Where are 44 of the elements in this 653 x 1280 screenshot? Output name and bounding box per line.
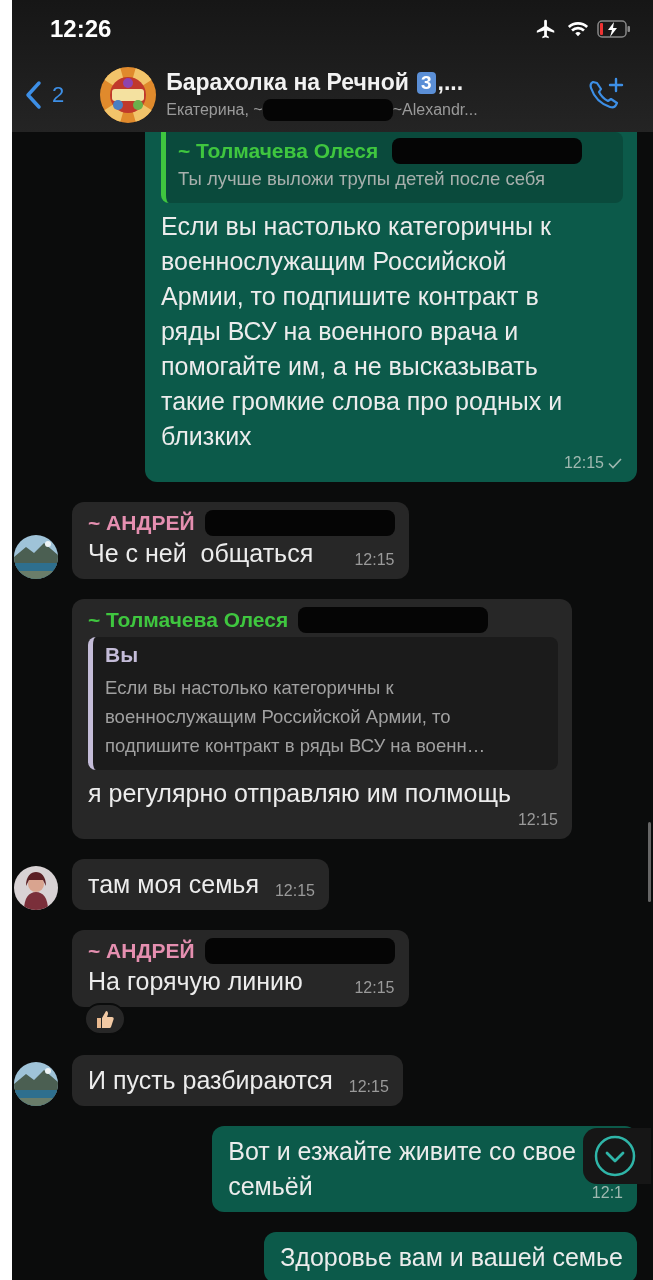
sender-name: ~ АНДРЕЙ	[88, 511, 195, 535]
quoted-message[interactable]: Вы Если вы настолько категоричны к военнослужащим Российской Армии, то подпишите контракт в ряды ВСУ на военн…	[88, 637, 558, 770]
message-bubble[interactable]: И пусть разбираются 12:15	[72, 1055, 403, 1106]
sender-name: ~ АНДРЕЙ	[88, 939, 195, 963]
message-text: я регулярно отправляю им полмощь	[88, 778, 511, 809]
thumbs-up-icon	[94, 1008, 116, 1030]
message-time: 12:15	[354, 979, 395, 997]
quoted-sender: Вы	[105, 643, 139, 667]
message-text: там моя семья	[88, 869, 259, 900]
message-bubble[interactable]: ~ Толмачева Олеся Вы Если вы настолько категоричны к военнослужащим Российской Армии, то подпишите контракт в ряды ВСУ на военн… я регулярно отправляю им полмощь 12:15	[72, 599, 572, 839]
message-time: 12:15	[563, 454, 604, 472]
message-text: Здоровье вам и вашей семье	[280, 1242, 623, 1273]
message-text: Че с ней общаться	[88, 538, 314, 569]
message-text: Если вы настолько категоричны к военнослужащим Российской Армии, то подпишите контракт в ряды ВСУ на военного врача и помогайте им, а не высказывать такие громкие слова про родных и близких	[161, 211, 563, 452]
quoted-sender: ~ Толмачева Олеся	[178, 139, 379, 163]
message-time: 12:1	[591, 1184, 623, 1202]
battery-icon	[597, 20, 631, 38]
message-time: 12:15	[354, 551, 395, 569]
message-text: Вот и езжайте живите со свое семьёй	[228, 1136, 576, 1202]
message-bubble[interactable]: Здоровье вам и вашей семье	[264, 1232, 637, 1280]
back-icon[interactable]	[24, 80, 42, 110]
message-time: 12:15	[274, 882, 315, 900]
message-text: И пусть разбираются	[88, 1065, 333, 1096]
scroll-down-button[interactable]	[583, 1128, 651, 1184]
quoted-message[interactable]: ~ Толмачева Олеся Ты лучше выложи трупы детей после себя	[161, 132, 623, 203]
status-time: 12:26	[50, 15, 112, 43]
number-badge: 3	[416, 71, 436, 94]
sender-name: ~ Толмачева Олеся	[88, 608, 289, 632]
message-time: 12:15	[517, 811, 558, 829]
back-count[interactable]: 2	[52, 82, 65, 108]
quoted-text: Если вы настолько категоричны к военнослужащим Российской Армии, то подпишите контракт в ряды ВСУ на военн…	[105, 676, 487, 758]
message-bubble[interactable]: ~ АНДРЕЙ На горячую линию 12:15	[72, 930, 409, 1007]
title-ellipsis: ,...	[437, 69, 464, 96]
message-bubble[interactable]: Вот и езжайте живите со свое семьёй 12:1	[212, 1126, 637, 1212]
chat-title[interactable]: Барахолка на Речной	[166, 69, 409, 96]
wifi-icon	[567, 20, 589, 38]
message-bubble[interactable]	[145, 132, 637, 482]
message-bubble[interactable]: ~ АНДРЕЙ Че с ней общаться 12:15	[72, 502, 409, 579]
members-list: Екатерина, ~	[166, 101, 263, 119]
message-bubble[interactable]: там моя семья 12:15	[72, 859, 329, 910]
members-list: ~Alexandr...	[392, 101, 478, 119]
message-time: 12:15	[348, 1078, 389, 1096]
message-text: На горячую линию	[88, 966, 303, 997]
quoted-text: Ты лучше выложи трупы детей после себя	[178, 167, 546, 191]
